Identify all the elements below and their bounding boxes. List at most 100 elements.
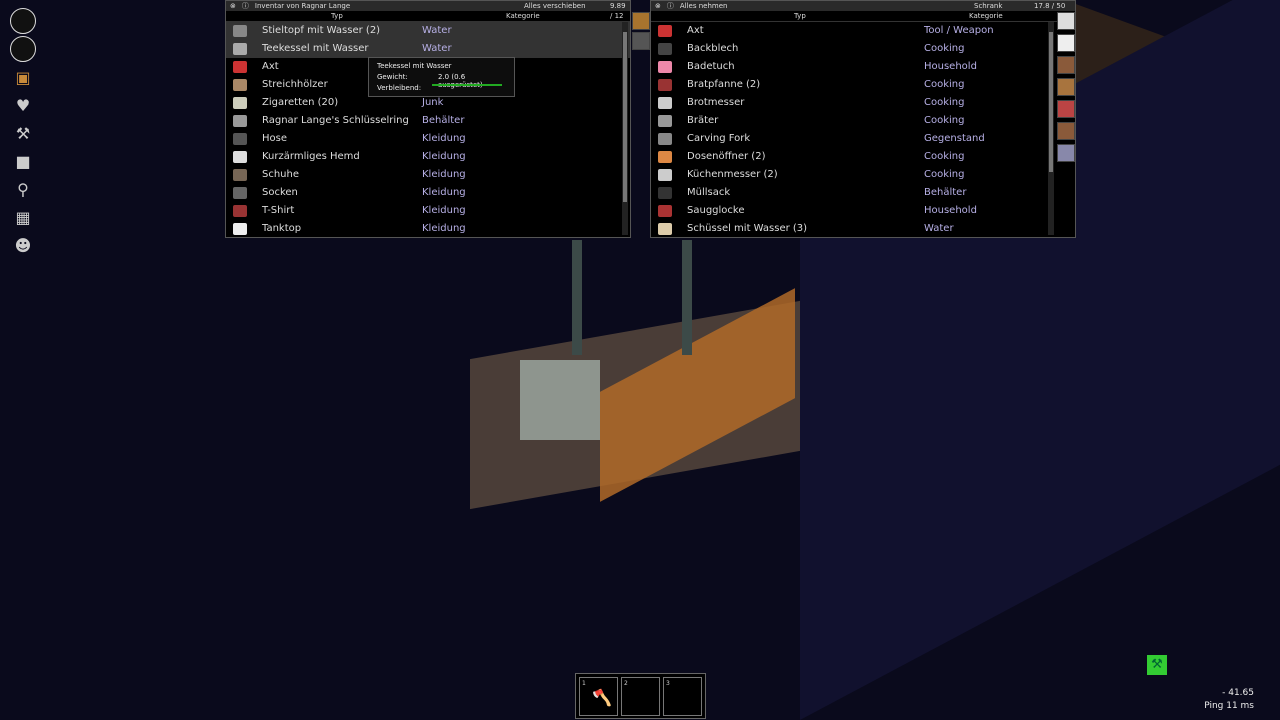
item-category: Kleidung bbox=[422, 151, 466, 162]
item-name: Brotmesser bbox=[687, 97, 745, 108]
game-world[interactable] bbox=[0, 0, 1280, 720]
inventory-tab-icon[interactable] bbox=[632, 12, 650, 30]
inventory-item-row[interactable]: Hose Kleidung bbox=[226, 130, 630, 148]
scrollbar[interactable] bbox=[622, 22, 628, 235]
slot-number: 1 bbox=[582, 680, 586, 687]
container-tab-icon[interactable] bbox=[1057, 100, 1075, 118]
ping-readout: Ping 11 ms bbox=[1204, 701, 1254, 711]
item-name: Hose bbox=[262, 133, 287, 144]
container-panel: ⊗ ⓘ Alles nehmen Schrank 17.8 / 50 Typ Kate… bbox=[650, 0, 1076, 238]
panel-title: Inventar von Ragnar Lange bbox=[254, 2, 351, 10]
inventory-item-row[interactable]: Müllsack Behälter bbox=[651, 184, 1075, 202]
item-name: Axt bbox=[262, 61, 279, 72]
circle-icon[interactable] bbox=[10, 36, 36, 62]
item-icon bbox=[658, 205, 672, 217]
keyring-tab-icon[interactable] bbox=[632, 32, 650, 50]
circle-icon[interactable] bbox=[10, 8, 36, 34]
container-name: Schrank bbox=[974, 2, 1003, 10]
search-magnifier-icon[interactable]: ⚲ bbox=[10, 176, 36, 202]
slot-number: 2 bbox=[624, 680, 628, 687]
info-icon[interactable]: ⓘ bbox=[242, 1, 249, 11]
inventory-item-row[interactable]: Teekessel mit Wasser Water bbox=[226, 40, 630, 58]
container-tab-icon[interactable] bbox=[1057, 122, 1075, 140]
crafting-hammer-icon[interactable]: ⚒ bbox=[1147, 655, 1167, 675]
info-icon[interactable]: ⓘ bbox=[667, 1, 674, 11]
item-category: Water bbox=[422, 25, 452, 36]
loot-all-button[interactable]: Alles nehmen bbox=[680, 1, 728, 11]
transfer-all-button[interactable]: Alles verschieben bbox=[524, 1, 586, 11]
item-category: Household bbox=[924, 205, 977, 216]
item-icon bbox=[233, 133, 247, 145]
item-tooltip: Teekessel mit Wasser Gewicht:2.0 (0.6 au… bbox=[368, 57, 515, 97]
item-category: Water bbox=[422, 43, 452, 54]
item-name: Dosenöffner (2) bbox=[687, 151, 766, 162]
hotbar-slot[interactable]: 1 🪓 bbox=[579, 677, 618, 716]
item-category: Tool / Weapon bbox=[924, 25, 994, 36]
column-header-type[interactable]: Typ bbox=[794, 11, 806, 22]
scrollbar[interactable] bbox=[1048, 22, 1054, 235]
map-icon[interactable]: ▦ bbox=[10, 204, 36, 230]
item-name: Streichhölzer bbox=[262, 79, 328, 90]
inventory-item-row[interactable]: T-Shirt Kleidung bbox=[226, 202, 630, 220]
container-tab-icon[interactable] bbox=[1057, 56, 1075, 74]
container-tab-icon[interactable] bbox=[1057, 12, 1075, 30]
inventory-item-row[interactable]: Ragnar Lange's Schlüsselring Behälter bbox=[226, 112, 630, 130]
inventory-item-row[interactable]: Backblech Cooking bbox=[651, 40, 1075, 58]
hotbar-slot[interactable]: 3 bbox=[663, 677, 702, 716]
close-icon[interactable]: ⊗ bbox=[230, 1, 236, 11]
container-tab-icon[interactable] bbox=[1057, 34, 1075, 52]
column-header-category[interactable]: Kategorie bbox=[969, 11, 1003, 22]
tooltip-remaining-label: Verbleibend: bbox=[377, 84, 422, 92]
inventory-item-row[interactable]: Brotmesser Cooking bbox=[651, 94, 1075, 112]
hotbar-slot[interactable]: 2 bbox=[621, 677, 660, 716]
item-icon bbox=[233, 79, 247, 91]
item-icon bbox=[233, 223, 247, 235]
tooltip-weight-label: Gewicht: bbox=[377, 73, 408, 81]
slot-number: 3 bbox=[666, 680, 670, 687]
item-category: Behälter bbox=[422, 115, 465, 126]
item-name: Tanktop bbox=[262, 223, 302, 234]
inventory-item-row[interactable]: Küchenmesser (2) Cooking bbox=[651, 166, 1075, 184]
close-icon[interactable]: ⊗ bbox=[655, 1, 661, 11]
axe-icon: 🪓 bbox=[592, 688, 612, 707]
container-tab-icon[interactable] bbox=[1057, 144, 1075, 162]
pillar bbox=[572, 240, 582, 355]
inventory-item-row[interactable]: Axt Tool / Weapon bbox=[651, 22, 1075, 40]
item-icon bbox=[658, 133, 672, 145]
inventory-item-row[interactable]: Schüssel mit Wasser (3) Water bbox=[651, 220, 1075, 238]
item-name: Stieltopf mit Wasser (2) bbox=[262, 25, 381, 36]
inventory-item-row[interactable]: Socken Kleidung bbox=[226, 184, 630, 202]
item-name: Socken bbox=[262, 187, 298, 198]
item-category: Cooking bbox=[924, 151, 965, 162]
health-heart-icon[interactable]: ♥ bbox=[10, 92, 36, 118]
inventory-item-row[interactable]: Schuhe Kleidung bbox=[226, 166, 630, 184]
item-name: Ragnar Lange's Schlüsselring bbox=[262, 115, 409, 126]
inventory-item-row[interactable]: Badetuch Household bbox=[651, 58, 1075, 76]
item-name: Axt bbox=[687, 25, 704, 36]
crafting-hammer-icon[interactable]: ⚒ bbox=[10, 120, 36, 146]
item-icon bbox=[658, 25, 672, 37]
inventory-item-row[interactable]: Kurzärmliges Hemd Kleidung bbox=[226, 148, 630, 166]
item-category: Kleidung bbox=[422, 133, 466, 144]
item-name: Zigaretten (20) bbox=[262, 97, 339, 108]
item-category: Cooking bbox=[924, 115, 965, 126]
inventory-item-row[interactable]: Dosenöffner (2) Cooking bbox=[651, 148, 1075, 166]
item-name: Küchenmesser (2) bbox=[687, 169, 778, 180]
inventory-box-icon[interactable]: ▣ bbox=[10, 64, 36, 90]
inventory-item-row[interactable]: Bratpfanne (2) Cooking bbox=[651, 76, 1075, 94]
inventory-item-row[interactable]: Stieltopf mit Wasser (2) Water bbox=[226, 22, 630, 40]
build-cube-icon[interactable]: ■ bbox=[10, 148, 36, 174]
inventory-item-row[interactable]: Bräter Cooking bbox=[651, 112, 1075, 130]
inventory-item-row[interactable]: Saugglocke Household bbox=[651, 202, 1075, 220]
zombie-avatar-icon[interactable]: ☻ bbox=[10, 232, 36, 258]
column-header-type[interactable]: Typ bbox=[331, 11, 343, 22]
item-icon bbox=[658, 115, 672, 127]
container-tab-icon[interactable] bbox=[1057, 78, 1075, 96]
inventory-item-row[interactable]: Tanktop Kleidung bbox=[226, 220, 630, 238]
weight-readout: 17.8 / 50 bbox=[1034, 2, 1066, 10]
column-header-category[interactable]: Kategorie bbox=[506, 11, 540, 22]
item-icon bbox=[233, 169, 247, 181]
item-category: Cooking bbox=[924, 79, 965, 90]
item-category: Kleidung bbox=[422, 223, 466, 234]
inventory-item-row[interactable]: Carving Fork Gegenstand bbox=[651, 130, 1075, 148]
